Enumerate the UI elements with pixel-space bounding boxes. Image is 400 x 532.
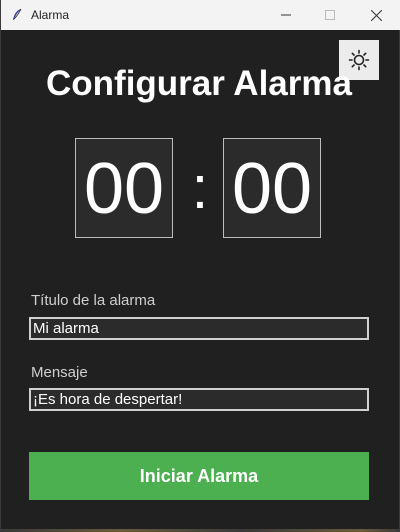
maximize-icon — [325, 10, 335, 20]
message-label: Mensaje — [31, 364, 88, 381]
alarm-title-label: Título de la alarma — [31, 292, 156, 309]
minimize-icon — [281, 14, 291, 16]
maximize-button[interactable] — [307, 0, 353, 30]
minutes-display[interactable]: 00 — [223, 138, 321, 238]
hours-display[interactable]: 00 — [75, 138, 173, 238]
close-button[interactable] — [353, 0, 399, 30]
title-bar[interactable]: Alarma — [1, 0, 400, 30]
feather-icon — [10, 8, 24, 22]
window-title: Alarma — [31, 8, 70, 22]
time-separator: : — [191, 154, 209, 221]
minimize-button[interactable] — [263, 0, 309, 30]
alarm-window: Alarma Configurar Alarma 00: 00 Título … — [0, 0, 400, 532]
close-icon — [370, 9, 382, 21]
page-title: Configurar Alarma — [46, 64, 352, 103]
message-input[interactable] — [29, 388, 369, 411]
start-alarm-button[interactable]: Iniciar Alarma — [29, 452, 369, 500]
alarm-title-input[interactable] — [29, 317, 369, 340]
